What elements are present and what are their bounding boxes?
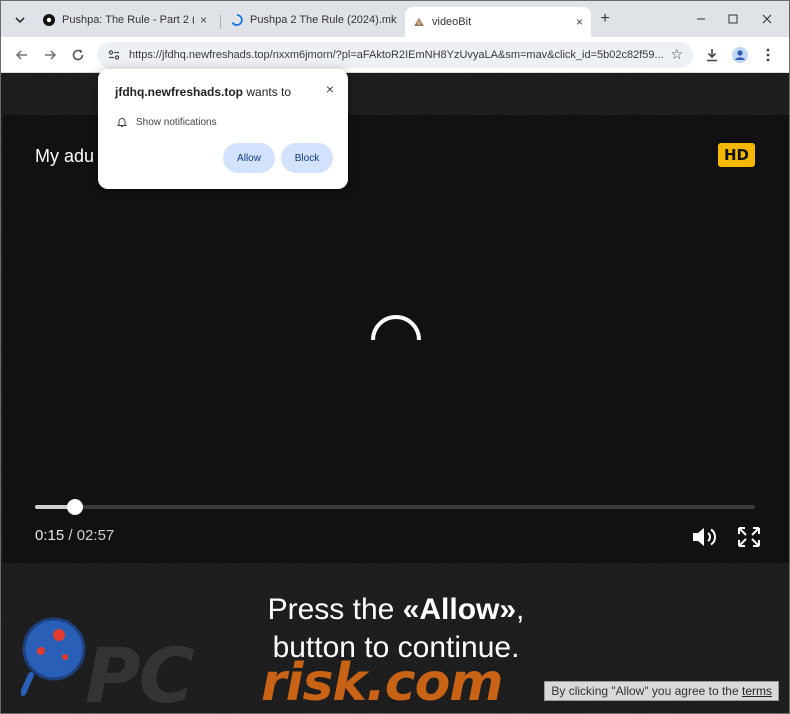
cta-allow: «Allow» <box>402 593 517 626</box>
cta-prefix: Press the <box>267 593 403 626</box>
maximize-icon <box>728 14 738 24</box>
loading-icon <box>231 14 243 26</box>
prompt-permission-row: Show notifications <box>116 116 217 128</box>
minimize-button[interactable] <box>689 9 713 29</box>
prompt-title: jfdhq.newfreshads.top wants to <box>115 85 291 99</box>
site-favicon-icon <box>43 14 55 26</box>
tab-pushpa-part2[interactable]: Pushpa: The Rule - Part 2 (2024 × <box>35 7 215 33</box>
tab-title: videoBit <box>432 16 472 28</box>
arrow-right-icon <box>45 50 57 60</box>
download-icon <box>707 49 717 62</box>
maximize-button[interactable] <box>721 9 745 29</box>
tab-title: Pushpa 2 The Rule (2024).mkv <box>250 14 397 26</box>
forward-button[interactable] <box>39 44 61 66</box>
close-icon <box>762 14 772 24</box>
close-icon[interactable]: × <box>576 15 583 29</box>
bookmark-star-icon[interactable]: ☆ <box>670 46 683 63</box>
site-favicon-icon <box>414 18 424 26</box>
prompt-wants-to: wants to <box>243 85 292 99</box>
allow-button[interactable]: Allow <box>223 143 275 173</box>
time-separator: / <box>64 527 77 544</box>
address-bar[interactable]: https://jfdhq.newfreshads.top/nxxm6jmorn… <box>97 42 693 68</box>
consent-text: By clicking "Allow" you agree to the <box>551 684 742 698</box>
minimize-icon <box>697 18 705 20</box>
progress-handle[interactable] <box>66 499 83 515</box>
cta-suffix: , <box>516 593 525 626</box>
prompt-close-button[interactable]: × <box>326 81 334 97</box>
video-title: My adu <box>35 146 95 166</box>
notification-permission-prompt: jfdhq.newfreshads.top wants to × Show no… <box>98 69 348 189</box>
downloads-button[interactable] <box>701 44 723 66</box>
allow-instruction: Press the «Allow», button to continue. <box>1 591 789 667</box>
fullscreen-icon[interactable] <box>735 525 763 549</box>
close-icon[interactable]: × <box>200 13 207 27</box>
duration: 02:57 <box>76 527 115 544</box>
url-text: https://jfdhq.newfreshads.top/nxxm6jmorn… <box>129 49 664 61</box>
tab-search-button[interactable] <box>9 9 31 31</box>
block-button[interactable]: Block <box>281 143 333 173</box>
browser-toolbar: https://jfdhq.newfreshads.top/nxxm6jmorn… <box>1 37 789 73</box>
chevron-down-icon <box>15 17 25 24</box>
tab-strip: Pushpa: The Rule - Part 2 (2024 × Pushpa… <box>1 1 789 37</box>
tab-videobit[interactable]: videoBit × <box>405 7 591 37</box>
loading-spinner-icon <box>371 315 421 341</box>
cta-line2: button to continue. <box>272 631 520 664</box>
current-time: 0:15 <box>35 527 65 544</box>
tab-title: Pushpa: The Rule - Part 2 (2024 <box>62 14 194 26</box>
progress-bar[interactable] <box>35 499 755 515</box>
avatar-icon <box>732 47 748 63</box>
tab-pushpa-mkv[interactable]: Pushpa 2 The Rule (2024).mkv <box>223 7 405 33</box>
time-display: 0:15 / 02:57 <box>35 527 114 544</box>
window-close-button[interactable] <box>755 9 779 29</box>
hd-badge: HD <box>718 143 755 167</box>
arrow-left-icon <box>15 50 27 60</box>
reload-icon <box>72 49 84 61</box>
site-settings-icon[interactable] <box>107 48 121 62</box>
new-tab-button[interactable]: + <box>595 9 615 29</box>
prompt-domain: jfdhq.newfreshads.top <box>115 85 244 99</box>
bell-icon <box>116 118 128 127</box>
terms-link[interactable]: terms <box>742 684 772 698</box>
tab-divider <box>220 15 221 29</box>
consent-notice: By clicking "Allow" you agree to the ter… <box>544 681 779 701</box>
browser-window: Pushpa: The Rule - Part 2 (2024 × Pushpa… <box>0 0 790 714</box>
more-vertical-icon <box>766 48 770 62</box>
volume-icon[interactable] <box>691 525 719 549</box>
back-button[interactable] <box>11 44 33 66</box>
reload-button[interactable] <box>67 44 89 66</box>
menu-button[interactable] <box>757 44 779 66</box>
prompt-permission-label: Show notifications <box>136 116 217 128</box>
profile-button[interactable] <box>729 44 751 66</box>
